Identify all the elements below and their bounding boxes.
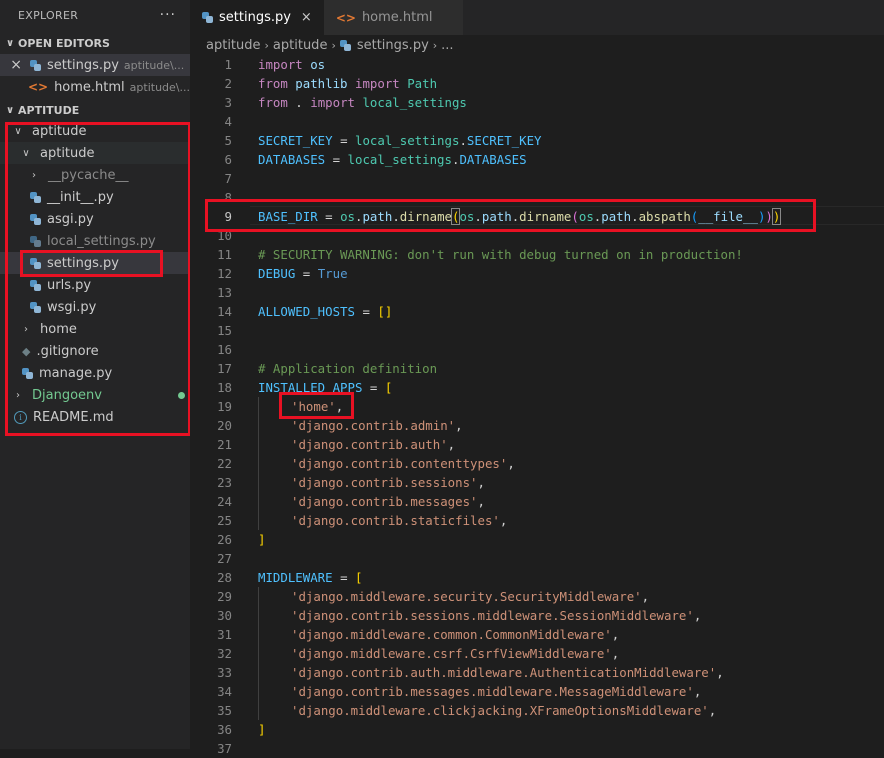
chevron-down-icon: ∨ (5, 37, 15, 49)
code-line[interactable]: 'django.contrib.auth', (291, 435, 455, 454)
chevron-right-icon: › (432, 38, 438, 52)
code-line[interactable]: DATABASES = local_settings.DATABASES (258, 150, 527, 169)
highlight-box-home-app (279, 392, 354, 419)
open-editor-label: home.html (54, 79, 125, 95)
code-line[interactable]: ] (258, 530, 265, 549)
explorer-title: EXPLORER (18, 8, 79, 22)
line-number: 25 (217, 513, 232, 528)
line-number: 24 (217, 494, 232, 509)
code-line[interactable]: ALLOWED_HOSTS = [] (258, 302, 392, 321)
chevron-right-icon: › (331, 38, 336, 52)
close-icon[interactable]: × (0, 57, 22, 73)
line-number: 17 (217, 361, 232, 376)
line-number: 30 (217, 608, 232, 623)
html-file-icon: <> (27, 80, 49, 94)
line-number: 36 (217, 722, 232, 737)
code-line[interactable]: from pathlib import Path (258, 74, 437, 93)
tab-home-html[interactable]: <> home.html (323, 0, 463, 35)
code-line[interactable]: 'django.contrib.contenttypes', (291, 454, 515, 473)
more-actions-icon[interactable]: ··· (160, 7, 176, 23)
line-number: 14 (217, 304, 232, 319)
code-line[interactable]: DEBUG = True (258, 264, 348, 283)
breadcrumb-item[interactable]: settings.py (357, 38, 429, 53)
code-line[interactable]: import os (258, 55, 325, 74)
close-icon[interactable]: × (301, 10, 312, 25)
line-number: 22 (217, 456, 232, 471)
workspace-title: APTITUDE (18, 103, 80, 117)
open-editor-home[interactable]: <> home.html aptitude\... (0, 76, 190, 98)
line-number: 21 (217, 437, 232, 452)
line-number: 2 (224, 76, 232, 91)
line-number: 3 (224, 95, 232, 110)
code-line[interactable]: 'django.contrib.sessions', (291, 473, 485, 492)
line-number: 32 (217, 646, 232, 661)
code-line[interactable]: 'django.contrib.sessions.middleware.Sess… (291, 606, 701, 625)
code-line[interactable]: 'django.middleware.common.CommonMiddlewa… (291, 625, 619, 644)
line-number: 29 (217, 589, 232, 604)
code-line[interactable]: # SECURITY WARNING: don't run with debug… (258, 245, 743, 264)
code-line[interactable]: ] (258, 720, 265, 739)
breadcrumb-item[interactable]: aptitude (273, 38, 328, 53)
code-line[interactable]: MIDDLEWARE = [ (258, 568, 362, 587)
line-number: 35 (217, 703, 232, 718)
open-editors-title: OPEN EDITORS (18, 36, 110, 50)
tab-label: settings.py (219, 10, 291, 25)
editor-tab-bar: settings.py × <> home.html (190, 0, 884, 35)
code-line[interactable]: SECRET_KEY = local_settings.SECRET_KEY (258, 131, 542, 150)
highlight-box-base-dir (205, 199, 816, 232)
open-editor-path: aptitude\... (129, 80, 190, 94)
python-file-icon (202, 12, 213, 23)
line-number: 7 (224, 171, 232, 186)
open-editor-label: settings.py (47, 57, 119, 73)
chevron-right-icon: › (264, 38, 269, 52)
breadcrumb: aptitude › aptitude › settings.py › ... (190, 35, 884, 55)
explorer-sidebar: EXPLORER ··· ∨ OPEN EDITORS × settings.p… (0, 0, 220, 749)
line-number: 5 (224, 133, 232, 148)
code-line[interactable]: 'django.contrib.messages', (291, 492, 485, 511)
open-editors-section-header[interactable]: ∨ OPEN EDITORS (0, 32, 190, 54)
breadcrumb-item[interactable]: aptitude (206, 38, 261, 53)
code-line[interactable]: 'django.middleware.csrf.CsrfViewMiddlewa… (291, 644, 619, 663)
explorer-header: EXPLORER ··· (0, 0, 190, 30)
line-number: 23 (217, 475, 232, 490)
open-editor-path: aptitude\... (123, 58, 185, 72)
line-number: 15 (217, 323, 232, 338)
open-editor-settings[interactable]: × settings.py aptitude\... (0, 54, 190, 76)
tab-settings[interactable]: settings.py × (190, 0, 324, 35)
workspace-section-header[interactable]: ∨ APTITUDE (0, 99, 190, 121)
python-file-icon (339, 39, 351, 51)
chevron-down-icon: ∨ (5, 104, 15, 116)
code-line[interactable]: 'django.middleware.security.SecurityMidd… (291, 587, 649, 606)
code-line[interactable]: # Application definition (258, 359, 437, 378)
code-line[interactable]: from . import local_settings (258, 93, 467, 112)
highlight-box-settings (20, 250, 163, 277)
line-number: 28 (217, 570, 232, 585)
line-number: 27 (217, 551, 232, 566)
breadcrumb-item[interactable]: ... (441, 38, 453, 53)
line-number: 34 (217, 684, 232, 699)
line-number: 33 (217, 665, 232, 680)
line-number: 31 (217, 627, 232, 642)
code-line[interactable]: 'django.contrib.messages.middleware.Mess… (291, 682, 701, 701)
tab-label: home.html (361, 10, 433, 25)
code-line[interactable]: 'django.contrib.staticfiles', (291, 511, 507, 530)
line-number: 20 (217, 418, 232, 433)
line-number: 26 (217, 532, 232, 547)
python-file-icon (30, 59, 41, 71)
code-line[interactable]: 'django.contrib.auth.middleware.Authenti… (291, 663, 724, 682)
line-number: 12 (217, 266, 232, 281)
line-number: 13 (217, 285, 232, 300)
code-editor[interactable]: 1 import os 2 from pathlib import Path 3 fr… (190, 55, 884, 756)
html-file-icon: <> (335, 10, 356, 25)
code-line[interactable]: 'django.middleware.clickjacking.XFrameOp… (291, 701, 716, 720)
line-number: 1 (224, 57, 232, 72)
line-number: 18 (217, 380, 232, 395)
line-number: 6 (224, 152, 232, 167)
line-number: 11 (217, 247, 232, 262)
line-number: 4 (224, 114, 232, 129)
line-number: 16 (217, 342, 232, 357)
line-number: 19 (217, 399, 232, 414)
highlight-box-tree (5, 122, 191, 436)
